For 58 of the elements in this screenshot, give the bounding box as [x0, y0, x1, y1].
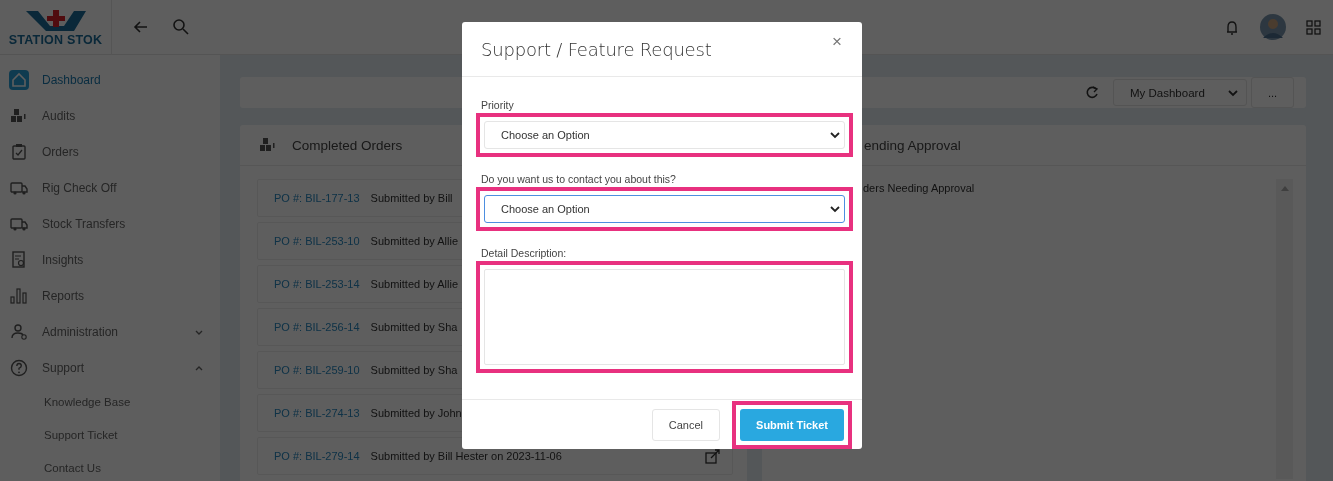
sidebar-item[interactable]: Reports	[0, 278, 220, 314]
sidebar-item[interactable]: Administration	[0, 314, 220, 350]
po-link[interactable]: PO #: BIL-274-13	[274, 407, 360, 419]
po-link[interactable]: PO #: BIL-279-14	[274, 450, 360, 462]
sidebar-item[interactable]: Support	[0, 350, 220, 386]
refresh-icon[interactable]	[1084, 85, 1099, 100]
avatar[interactable]	[1260, 14, 1286, 40]
cancel-button[interactable]: Cancel	[651, 408, 721, 441]
apps-grid-icon[interactable]	[1306, 19, 1321, 35]
caret-icon	[830, 131, 840, 139]
bar-chart-icon	[9, 286, 29, 306]
field-label: Detail Description:	[481, 247, 568, 259]
submitter-text: Submitted by Sha	[370, 321, 458, 333]
submit-button[interactable]: Submit Ticket	[740, 408, 844, 441]
sidebar-item[interactable]: Stock Transfers	[0, 206, 220, 242]
bell-icon[interactable]	[1224, 19, 1240, 35]
scrollbar[interactable]	[1276, 179, 1293, 479]
sidebar-item[interactable]: Insights	[0, 242, 220, 278]
field-label: Do you want us to contact you about this?	[481, 173, 677, 185]
submitter-text: Submitted by Allie	[370, 235, 459, 247]
modal-title: Support / Feature Request	[481, 38, 712, 60]
submitter-text: Submitted by Allie	[370, 278, 459, 290]
dashboard-select[interactable]: My Dashboard	[1113, 79, 1247, 106]
select-field[interactable]: Choose an Option	[484, 195, 845, 223]
submitter-text: Submitted by Sha	[370, 364, 458, 376]
search-icon[interactable]	[172, 18, 190, 36]
more-button[interactable]: ...	[1251, 77, 1294, 108]
po-link[interactable]: PO #: BIL-253-10	[274, 235, 360, 247]
close-button[interactable]: ×	[832, 32, 842, 52]
submitter-text: Submitted by Bill Hester on 2023-11-06	[370, 450, 562, 462]
clipboard-icon	[9, 142, 29, 162]
list-title: ders Needing Approval	[863, 182, 976, 196]
sidebar-item[interactable]: Rig Check Off	[0, 170, 220, 206]
edit-icon[interactable]	[705, 448, 720, 464]
submitter-text: Submitted by John	[370, 407, 462, 419]
user-gear-icon	[9, 322, 29, 342]
brand-name: STATION STOK	[8, 32, 103, 47]
select-field[interactable]: Choose an Option	[484, 121, 845, 149]
scroll-up-icon[interactable]	[1279, 185, 1290, 192]
help-icon	[9, 358, 29, 378]
card-title: ending Approval	[864, 137, 961, 153]
po-link[interactable]: PO #: BIL-259-10	[274, 364, 360, 376]
sidebar-subitem[interactable]: Knowledge Base	[0, 386, 220, 419]
sidebar-subitem[interactable]: Support Ticket	[0, 419, 220, 452]
submitter-text: Submitted by Bill	[370, 192, 453, 204]
sidebar-item[interactable]: Orders	[0, 134, 220, 170]
card-title: Completed Orders	[292, 137, 403, 153]
po-link[interactable]: PO #: BIL-256-14	[274, 321, 360, 333]
description-field[interactable]	[484, 269, 845, 365]
po-link[interactable]: PO #: BIL-177-13	[274, 192, 360, 204]
sidebar-subitem[interactable]: Contact Us	[0, 452, 220, 481]
home-icon	[9, 70, 29, 90]
caret-icon	[1228, 88, 1238, 97]
caret-icon	[830, 205, 840, 213]
po-link[interactable]: PO #: BIL-253-14	[274, 278, 360, 290]
sidebar-item[interactable]: Audits	[0, 98, 220, 134]
field-label: Priority	[481, 99, 515, 111]
sidebar-item[interactable]: Dashboard	[0, 62, 220, 98]
